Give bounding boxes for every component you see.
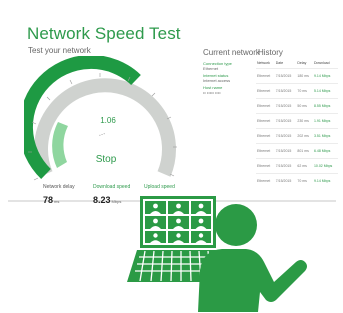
history-row: Ethernet 7/15/2015 801 ms 6.48 Mbps — [256, 142, 338, 158]
upload-speed-metric: Upload speed — [144, 184, 175, 190]
history-cell-network: Ethernet — [256, 97, 275, 113]
history-cell-date: 7/15/2015 — [274, 172, 297, 188]
history-cell-date: 7/15/2015 — [274, 127, 297, 143]
history-cell-delay: 70 ms — [296, 82, 313, 98]
column-header-delay: Delay — [297, 60, 307, 65]
history-cell-network: Ethernet — [256, 127, 275, 143]
laptop-video-call-icon — [127, 196, 229, 282]
download-speed-metric: Download speed 8.23Mbps — [93, 184, 130, 208]
history-cell-download: 3.51 Mbps — [312, 127, 338, 143]
history-cell-download: 10.02 Mbps — [312, 157, 338, 173]
upload-speed-label: Upload speed — [144, 184, 175, 190]
history-cell-download: 8.55 Mbps — [312, 97, 338, 113]
gauge-speed-value: 1.06 — [100, 116, 116, 125]
history-cell-network: Ethernet — [256, 112, 275, 128]
connection-type-item: Connection type Ethernet — [203, 61, 232, 71]
history-cell-download: 1.91 Mbps — [312, 112, 338, 128]
history-cell-delay: 230 ms — [296, 112, 313, 128]
history-row: Ethernet 7/15/2015 180 ms 9.14 Mbps — [256, 67, 338, 83]
download-speed-value: 8.23 — [93, 195, 111, 205]
column-header-download: Download — [313, 60, 330, 65]
history-title: History — [258, 48, 283, 57]
history-row: Ethernet 7/15/2015 202 ms 3.51 Mbps — [256, 127, 338, 143]
history-cell-date: 7/15/2015 — [274, 157, 297, 173]
history-cell-network: Ethernet — [256, 82, 275, 98]
stop-button[interactable]: Stop — [82, 152, 130, 166]
column-header-date: Date — [275, 60, 284, 65]
current-network-title: Current network — [203, 48, 260, 57]
history-cell-date: 7/15/2015 — [274, 82, 297, 98]
column-header-network: Network — [257, 60, 270, 65]
history-row: Ethernet 7/15/2015 70 ms 9.14 Mbps — [256, 172, 338, 188]
history-table: Network Date Delay Download Ethernet 7/15… — [256, 58, 338, 188]
history-row: Ethernet 7/15/2015 62 ms 10.02 Mbps — [256, 157, 338, 173]
history-row: Ethernet 7/15/2015 230 ms 1.91 Mbps — [256, 112, 338, 128]
history-cell-date: 7/15/2015 — [274, 142, 297, 158]
history-cell-download: 5.14 Mbps — [312, 82, 338, 98]
connection-type-value: Ethernet — [203, 66, 219, 71]
network-delay-label: Network delay — [43, 184, 75, 190]
network-delay-value: 78 — [43, 195, 54, 205]
network-delay-unit: ms — [54, 199, 60, 204]
history-cell-date: 7/15/2015 — [274, 112, 297, 128]
history-cell-delay: 70 ms — [296, 172, 313, 188]
history-cell-download: 9.14 Mbps — [312, 172, 338, 188]
history-cell-delay: 801 ms — [296, 142, 313, 158]
history-row: Ethernet 7/15/2015 70 ms 5.14 Mbps — [256, 82, 338, 98]
history-cell-date: 7/15/2015 — [274, 67, 297, 83]
history-cell-delay: 50 ms — [296, 97, 313, 113]
history-cell-download: 9.14 Mbps — [312, 67, 338, 83]
app-title: Network Speed Test — [27, 24, 181, 43]
app-subtitle: Test your network — [28, 46, 91, 55]
history-cell-date: 7/15/2015 — [274, 97, 297, 113]
history-cell-network: Ethernet — [256, 172, 275, 188]
download-speed-label: Download speed — [93, 184, 131, 190]
history-cell-network: Ethernet — [256, 67, 275, 83]
host-name-item: Host name •• ••••• •••• — [203, 85, 222, 95]
history-cell-delay: 202 ms — [296, 127, 313, 143]
history-cell-delay: 62 ms — [296, 157, 313, 173]
internet-status-value: Internet access — [203, 78, 231, 83]
internet-status-item: Internet status Internet access — [203, 73, 230, 83]
download-speed-unit: Mbps — [111, 199, 122, 204]
network-delay-metric: Network delay 78ms — [43, 184, 75, 208]
history-cell-network: Ethernet — [256, 157, 275, 173]
history-cell-network: Ethernet — [256, 142, 275, 158]
history-row: Ethernet 7/15/2015 50 ms 8.55 Mbps — [256, 97, 338, 113]
history-cell-download: 6.48 Mbps — [312, 142, 338, 158]
presenter-icon — [198, 204, 307, 312]
history-header-row: Network Date Delay Download — [256, 58, 338, 68]
history-cell-delay: 180 ms — [296, 67, 313, 83]
host-name-value: •• ••••• •••• — [203, 90, 221, 95]
